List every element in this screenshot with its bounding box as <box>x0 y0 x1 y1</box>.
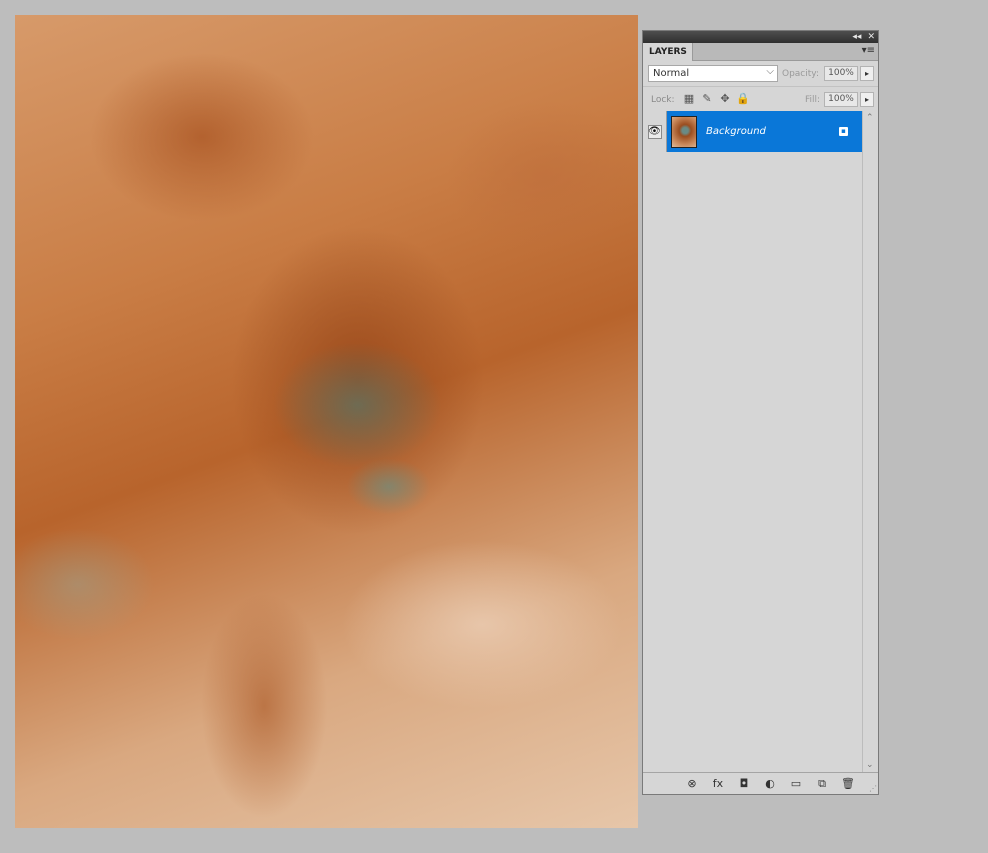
lock-position-icon[interactable]: ✥ <box>718 92 732 106</box>
document-canvas[interactable] <box>15 15 638 828</box>
new-layer-icon[interactable]: ⧉ <box>814 777 830 791</box>
lock-transparent-pixels-icon[interactable]: ▦ <box>682 92 696 106</box>
fill-field[interactable]: 100% <box>824 92 858 107</box>
layers-footer: ⊗ fx ◘ ◐ ▭ ⧉ 🗑 ⋰ <box>643 772 878 794</box>
tab-layers[interactable]: LAYERS <box>643 43 693 61</box>
resize-grip-icon[interactable]: ⋰ <box>869 784 877 793</box>
layers-scrollbar[interactable]: ⌃ ⌄ <box>862 111 878 772</box>
link-layers-icon[interactable]: ⊗ <box>684 777 700 790</box>
fill-label: Fill: <box>805 95 821 105</box>
collapse-icon[interactable]: ◂◂ <box>852 32 861 42</box>
blend-row: Normal ⌵ Opacity: 100% ▸ <box>643 61 878 87</box>
panel-titlebar[interactable]: ◂◂ ✕ <box>643 31 878 43</box>
layer-row-background[interactable]: 👁 Background ▪ <box>643 111 862 152</box>
visibility-toggle[interactable]: 👁 <box>643 111 667 152</box>
lock-row: Lock: ▦ ✎ ✥ 🔒 Fill: 100% ▸ <box>643 87 878 113</box>
delete-layer-icon[interactable]: 🗑 <box>840 777 856 790</box>
layer-style-icon[interactable]: fx <box>710 777 726 790</box>
layer-thumbnail <box>671 115 697 148</box>
close-icon[interactable]: ✕ <box>867 32 875 42</box>
lock-label: Lock: <box>651 95 675 105</box>
layer-lock-icon: ▪ <box>839 127 848 136</box>
chevron-down-icon: ⌵ <box>766 66 774 77</box>
scroll-up-icon[interactable]: ⌃ <box>866 113 874 123</box>
panel-menu-icon[interactable]: ▾≡ <box>862 45 875 56</box>
add-mask-icon[interactable]: ◘ <box>736 777 752 790</box>
fill-slider-button[interactable]: ▸ <box>860 92 874 107</box>
scroll-down-icon[interactable]: ⌄ <box>866 760 874 770</box>
eye-icon: 👁 <box>647 124 662 139</box>
blend-mode-select[interactable]: Normal ⌵ <box>648 65 778 82</box>
layer-name[interactable]: Background <box>706 126 839 137</box>
opacity-label: Opacity: <box>782 69 819 79</box>
lock-all-icon[interactable]: 🔒 <box>736 92 750 106</box>
adjustment-layer-icon[interactable]: ◐ <box>762 777 778 790</box>
blend-mode-value: Normal <box>653 68 690 79</box>
lock-image-pixels-icon[interactable]: ✎ <box>700 92 714 106</box>
layers-list: 👁 Background ▪ ⌃ ⌄ <box>643 111 878 772</box>
opacity-field[interactable]: 100% <box>824 66 858 81</box>
tab-bar: LAYERS ▾≡ <box>643 43 878 61</box>
opacity-slider-button[interactable]: ▸ <box>860 66 874 81</box>
new-group-icon[interactable]: ▭ <box>788 777 804 790</box>
layers-panel: ◂◂ ✕ LAYERS ▾≡ Normal ⌵ Opacity: 100% ▸ … <box>642 30 879 795</box>
